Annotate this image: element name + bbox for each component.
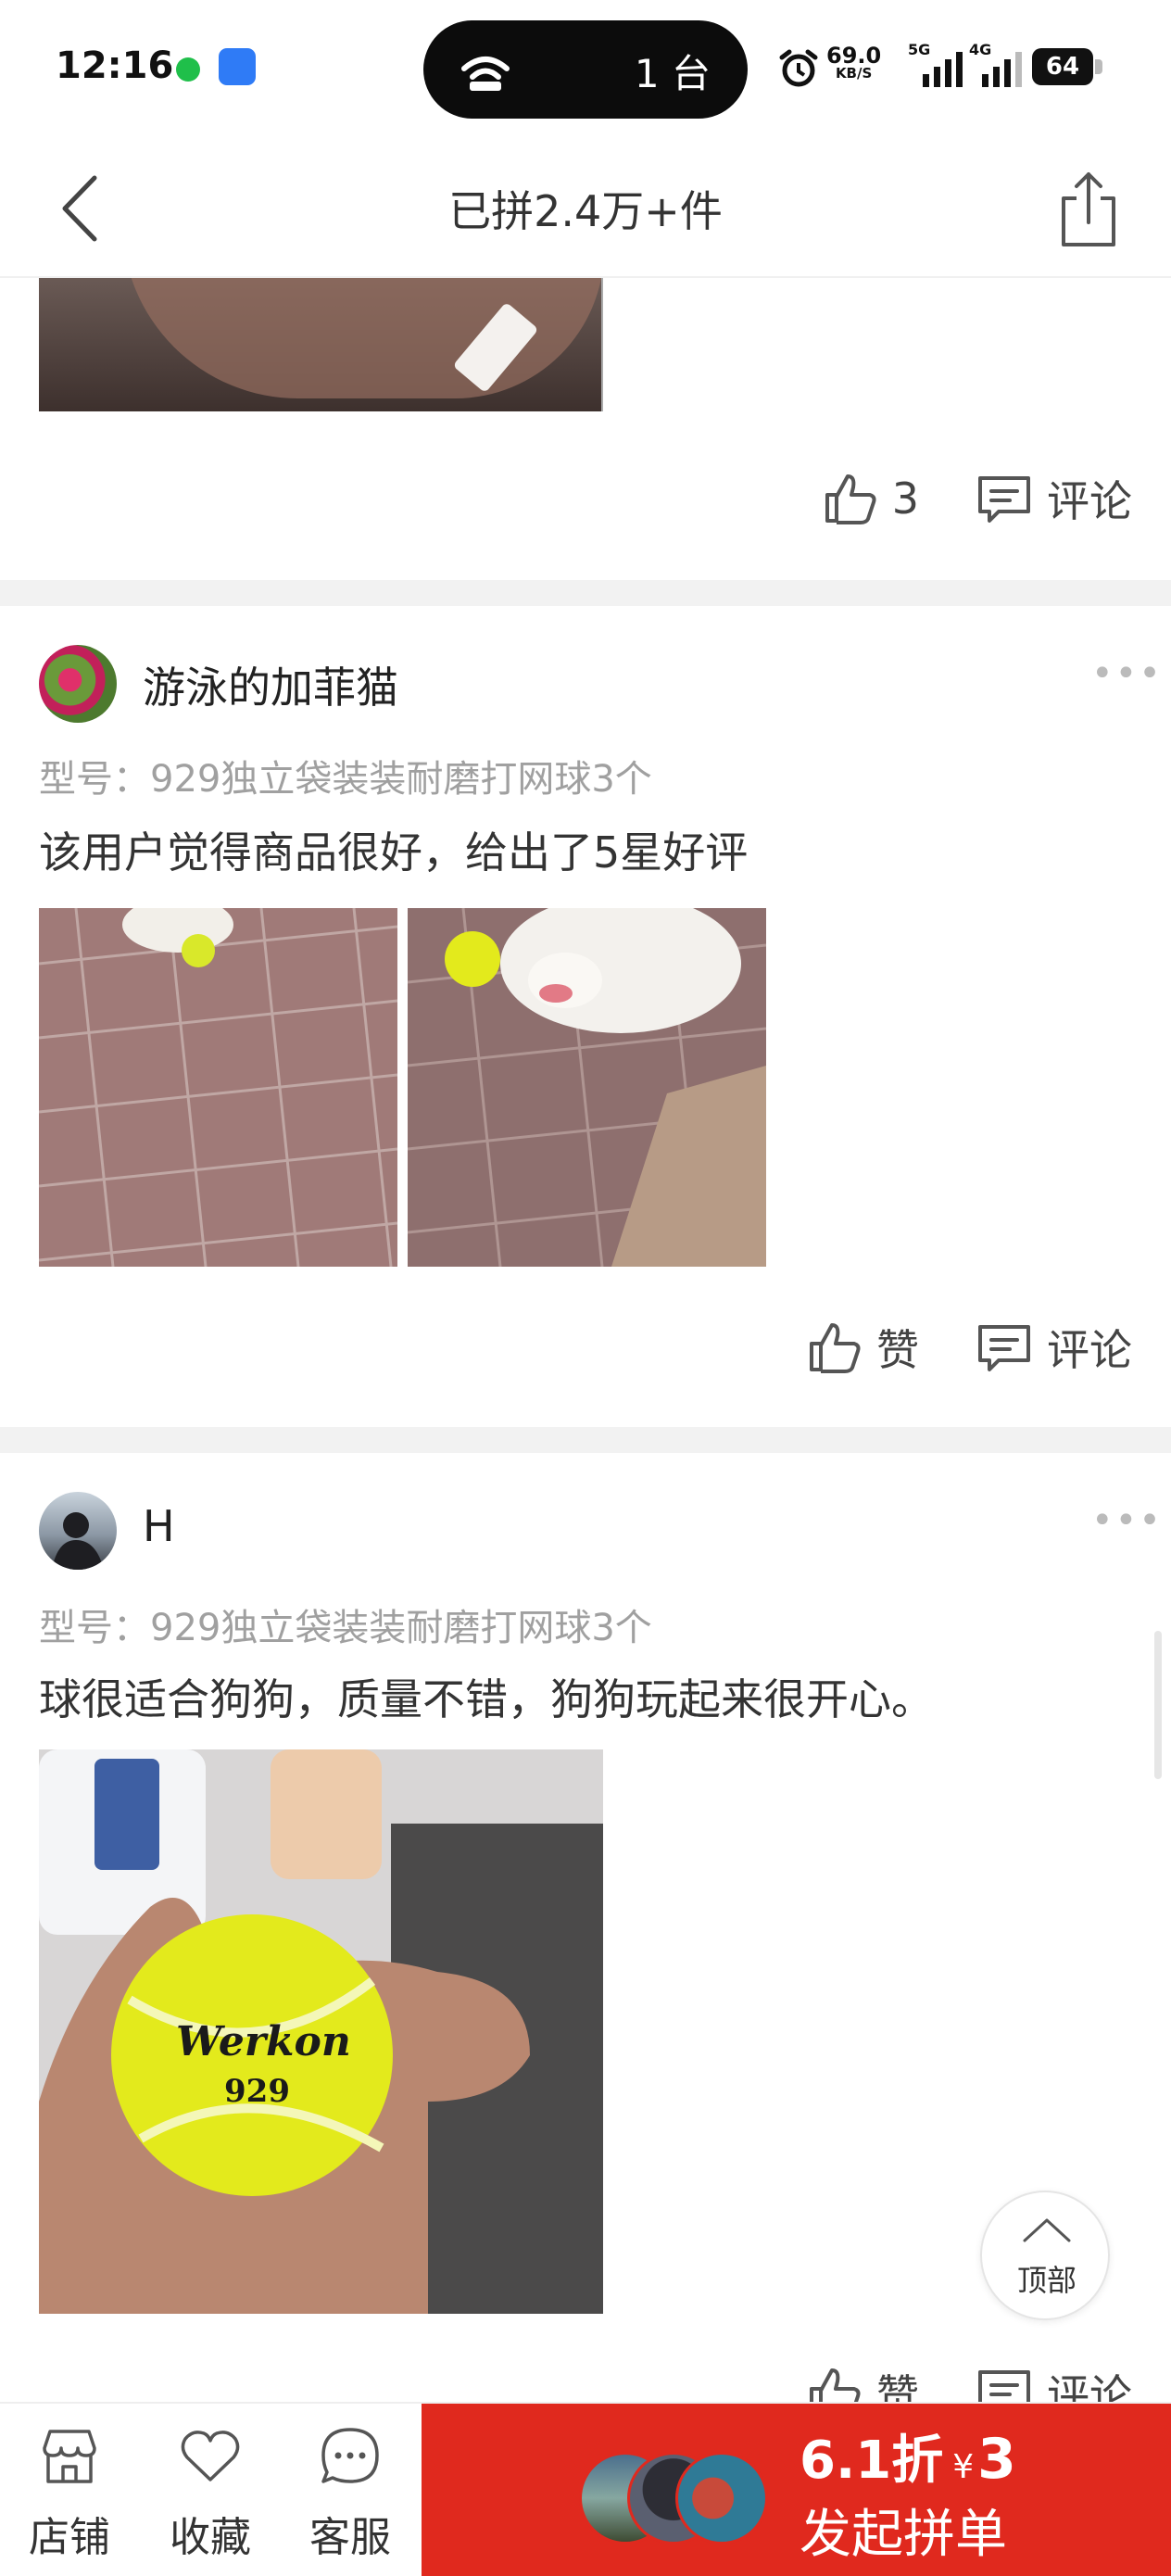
- review-text: 该用户觉得商品很好，给出了5星好评: [39, 827, 749, 878]
- comment-button[interactable]: 评论: [975, 2362, 1132, 2402]
- dog-photo-image: [39, 908, 397, 1267]
- store-icon: [43, 2430, 96, 2483]
- scrollbar[interactable]: [1154, 1631, 1162, 1779]
- comment-icon: [978, 1325, 1030, 1371]
- more-options-icon[interactable]: •••: [1091, 1499, 1163, 1542]
- avatar[interactable]: [39, 645, 117, 723]
- ball-number-text: 929: [224, 2073, 290, 2110]
- like-label: 赞: [876, 1325, 919, 1375]
- group-buy-price: 6.1折 ¥3: [800, 2418, 1016, 2494]
- username[interactable]: 游泳的加菲猫: [143, 654, 398, 715]
- message-app-icon: [176, 57, 200, 82]
- comment-icon: [978, 2370, 1030, 2402]
- customer-service-label: 客服: [309, 2514, 391, 2561]
- like-count: 3: [891, 474, 919, 524]
- top-nav-bar: 已拼2.4万+件: [0, 139, 1171, 278]
- discount-label: 6.1折: [800, 2431, 944, 2491]
- group-buy-label: 发起拼单: [800, 2505, 1007, 2565]
- share-icon[interactable]: [1056, 167, 1121, 250]
- review-list[interactable]: 3 评论 游泳的加菲猫 ••• 型号：929独立袋装装耐磨打网球3个 该用户觉得…: [0, 278, 1171, 2402]
- avatar[interactable]: [39, 1492, 117, 1570]
- more-options-icon[interactable]: •••: [1091, 652, 1163, 695]
- comment-button[interactable]: 评论: [975, 1317, 1132, 1378]
- thumbs-up-icon: [810, 2368, 861, 2402]
- review-actions: 赞 评论: [804, 2363, 1132, 2402]
- tennis-ball-in-hand-image: Werkon 929: [39, 1749, 603, 2314]
- store-label: 店铺: [29, 2514, 110, 2561]
- back-to-top-button[interactable]: 顶部: [980, 2191, 1110, 2320]
- comment-label: 评论: [1047, 1325, 1132, 1375]
- review-actions: 3 评论: [820, 469, 1132, 528]
- product-model: 型号：929独立袋装装耐磨打网球3个: [39, 1607, 652, 1649]
- start-group-buy-button[interactable]: 6.1折 ¥3 发起拼单: [422, 2404, 1171, 2576]
- dog-with-ball-image: [408, 908, 766, 1267]
- signal-icon: [923, 52, 963, 87]
- favorite-label: 收藏: [170, 2514, 251, 2561]
- review-photo[interactable]: [39, 908, 397, 1267]
- group-buyer-avatars: [579, 2452, 774, 2548]
- status-indicators: 69.0 KB/S 5G 4G 64: [778, 41, 1149, 96]
- customer-service-button[interactable]: 客服: [281, 2404, 420, 2576]
- like-button[interactable]: 赞: [804, 1317, 919, 1378]
- heart-icon: [181, 2431, 240, 2481]
- chevron-up-icon: [1023, 2218, 1071, 2242]
- product-model: 型号：929独立袋装装耐磨打网球3个: [39, 758, 652, 801]
- page-title: 已拼2.4万+件: [448, 186, 723, 236]
- store-button[interactable]: 店铺: [0, 2404, 139, 2576]
- dynamic-island[interactable]: 1 台: [423, 20, 748, 119]
- chat-bubble-icon: [321, 2428, 379, 2483]
- net-speed: 69.0 KB/S: [826, 43, 882, 82]
- section-divider: [0, 1427, 1171, 1453]
- thumbs-up-icon: [825, 474, 876, 524]
- status-time: 12:16: [56, 44, 174, 87]
- hotspot-icon: [461, 57, 510, 91]
- comment-button[interactable]: 评论: [975, 468, 1132, 529]
- thumbs-up-icon: [810, 1323, 861, 1373]
- price-value: 3: [977, 2427, 1016, 2492]
- review-text: 球很适合狗狗，质量不错，狗狗玩起来很开心。: [39, 1674, 934, 1724]
- like-label: 赞: [876, 2370, 919, 2402]
- comment-label: 评论: [1047, 2370, 1132, 2402]
- bottom-action-bar: 店铺 收藏 客服 6.1折 ¥3 发起拼单: [0, 2402, 1171, 2576]
- avatar-silhouette-image: [52, 1512, 104, 1570]
- review-photo[interactable]: [408, 908, 766, 1267]
- ball-brand-text: Werkon: [176, 2018, 351, 2065]
- android-app-icon: [219, 48, 256, 85]
- review-photo[interactable]: Werkon 929: [39, 1749, 603, 2314]
- comment-label: 评论: [1047, 476, 1132, 526]
- back-to-top-label: 顶部: [1016, 2263, 1077, 2298]
- review-actions: 赞 评论: [804, 1318, 1132, 1377]
- alarm-icon: [779, 49, 818, 87]
- review-photo[interactable]: [39, 278, 603, 411]
- status-bar: 12:16 1 台 69.0 KB/S 5G 4G 64: [0, 0, 1171, 139]
- battery-icon: 64: [1032, 48, 1102, 85]
- like-button[interactable]: 赞: [804, 2362, 919, 2402]
- signal-icon-2: [982, 52, 1022, 87]
- buyer-avatar: [675, 2452, 768, 2544]
- section-divider: [0, 580, 1171, 606]
- username[interactable]: H: [143, 1501, 175, 1551]
- currency-symbol: ¥: [952, 2448, 975, 2486]
- like-button[interactable]: 3: [820, 469, 919, 528]
- comment-icon: [978, 476, 1030, 523]
- pill-label: 1 台: [634, 51, 711, 96]
- favorite-button[interactable]: 收藏: [141, 2404, 280, 2576]
